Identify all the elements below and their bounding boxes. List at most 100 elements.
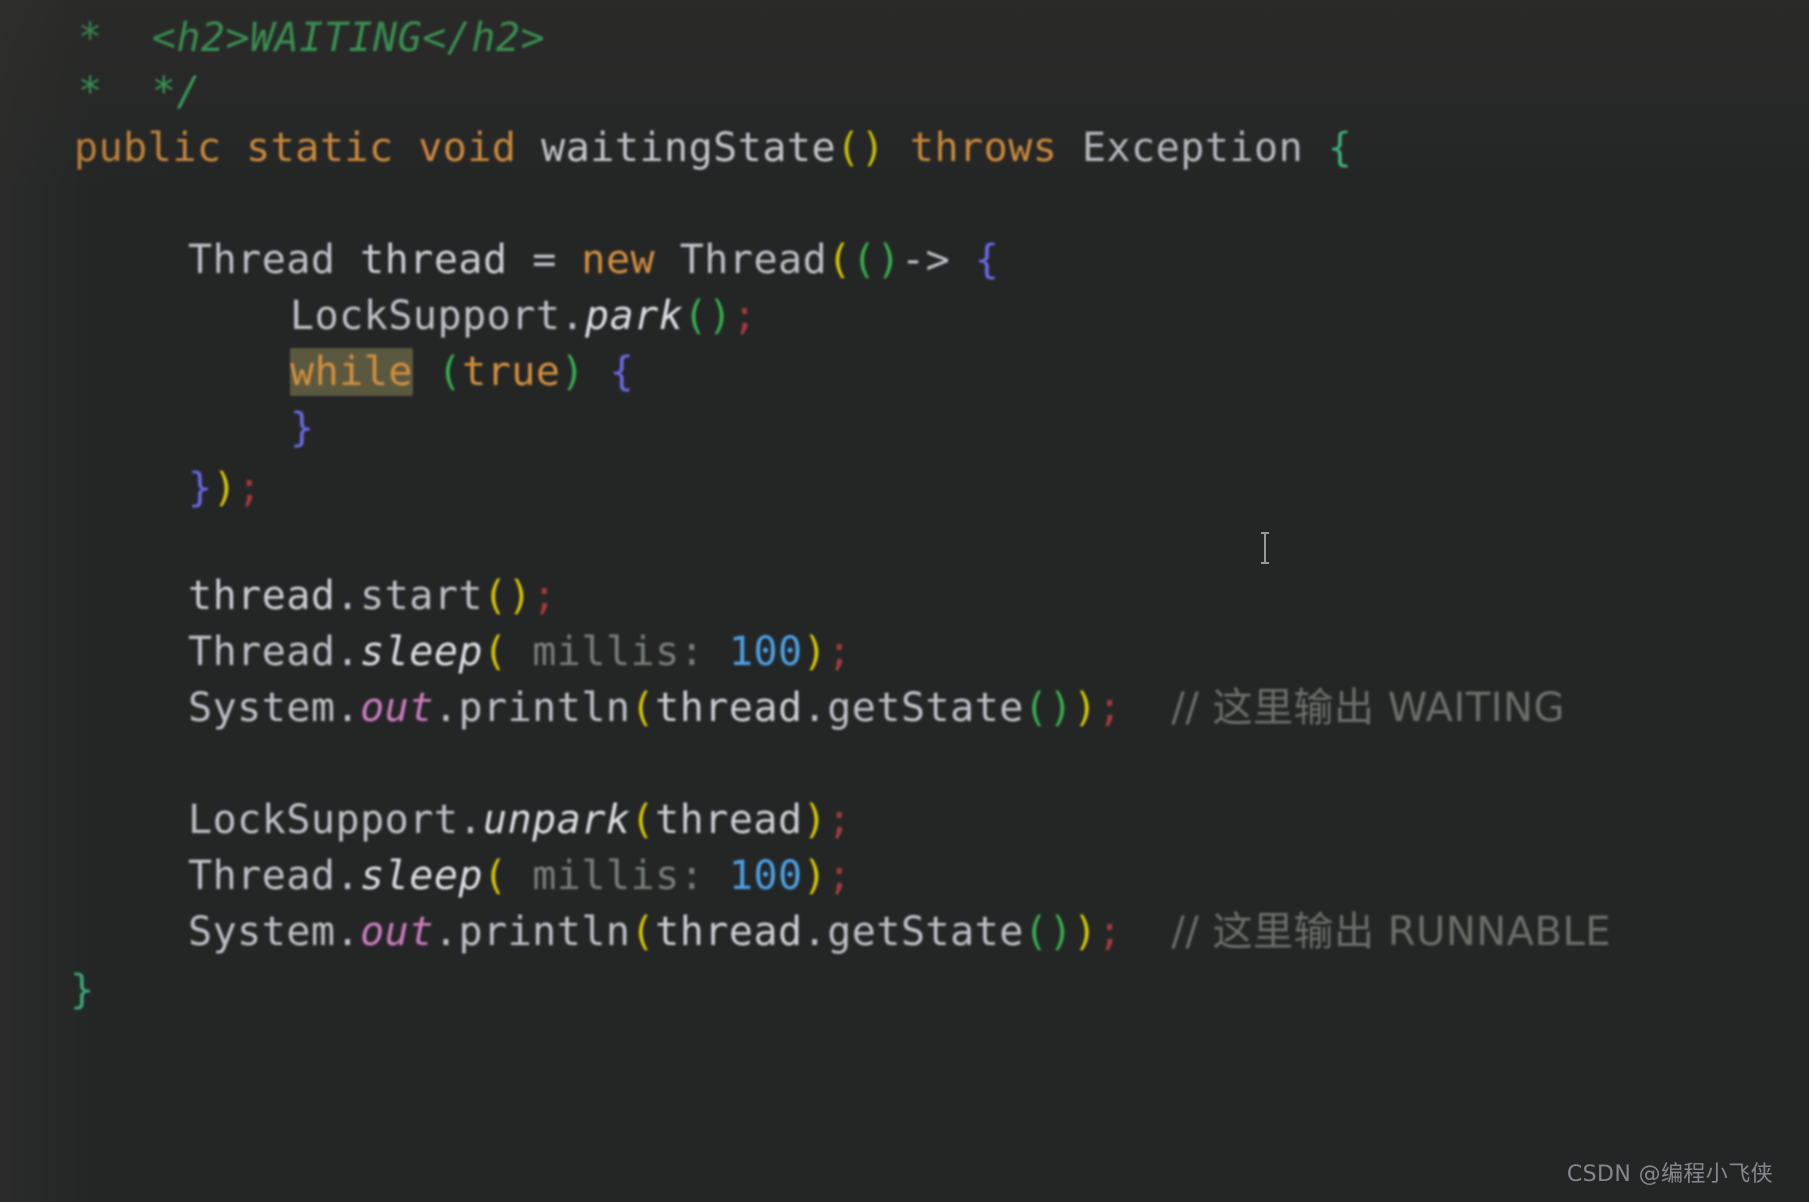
code-line-while-true[interactable]: while (true) { bbox=[0, 344, 634, 400]
paren-close-yellow: ) bbox=[802, 629, 828, 675]
paren-open-yellow: ( bbox=[630, 909, 656, 955]
dot-operator: . bbox=[802, 909, 828, 955]
method-name-waitingstate: waitingState bbox=[541, 125, 837, 171]
code-line-thread-start[interactable]: thread.start(); bbox=[0, 568, 557, 624]
javadoc-star: * bbox=[78, 15, 103, 61]
comment-waiting: // 这里输出 WAITING bbox=[1171, 685, 1565, 731]
method-start: start bbox=[360, 573, 484, 619]
type-exception: Exception bbox=[1081, 125, 1304, 171]
paren-close-yellow: ) bbox=[212, 465, 238, 511]
code-line-lambda-close[interactable]: }); bbox=[0, 460, 262, 516]
class-locksupport: LockSupport bbox=[188, 797, 459, 843]
dot-operator: . bbox=[335, 629, 361, 675]
keyword-static: static bbox=[246, 125, 394, 171]
paren-open-yellow: ( bbox=[483, 629, 508, 675]
semicolon: ; bbox=[1097, 685, 1123, 731]
javadoc-waiting-text: WAITING bbox=[250, 15, 423, 61]
code-line-method-close[interactable]: } bbox=[0, 962, 95, 1018]
param-hint-millis: millis: bbox=[532, 629, 705, 675]
number-100: 100 bbox=[728, 629, 803, 675]
code-area[interactable]: * <h2>WAITING</h2> * */ public static vo… bbox=[0, 0, 1809, 1202]
field-out: out bbox=[360, 909, 434, 955]
paren-close-yellow: ) bbox=[802, 853, 828, 899]
semicolon: ; bbox=[532, 573, 557, 619]
code-line-println-runnable[interactable]: System.out.println(thread.getState()); /… bbox=[0, 904, 1611, 960]
code-line-locksupport-unpark[interactable]: LockSupport.unpark(thread); bbox=[0, 792, 852, 848]
param-hint-millis: millis: bbox=[532, 853, 705, 899]
dot-operator: . bbox=[335, 909, 361, 955]
keyword-while-highlighted[interactable]: while bbox=[290, 348, 413, 396]
code-line-thread-sleep-2[interactable]: Thread.sleep( millis: 100); bbox=[0, 848, 852, 904]
keyword-true: true bbox=[462, 349, 561, 395]
paren-pair-green: () bbox=[683, 293, 733, 339]
brace-close-green: } bbox=[70, 967, 95, 1013]
javadoc-star: * bbox=[78, 69, 103, 115]
brace-open-blue: { bbox=[974, 237, 1000, 283]
paren-close-green: ) bbox=[560, 349, 586, 395]
code-line-println-waiting[interactable]: System.out.println(thread.getState()); /… bbox=[0, 680, 1565, 736]
code-line-javadoc-end[interactable]: * */ bbox=[0, 64, 201, 120]
semicolon: ; bbox=[732, 293, 758, 339]
variable-thread: thread bbox=[360, 237, 508, 283]
code-editor-screenshot: * <h2>WAITING</h2> * */ public static vo… bbox=[0, 0, 1809, 1202]
variable-thread: thread bbox=[655, 797, 803, 843]
semicolon: ; bbox=[1097, 909, 1123, 955]
semicolon: ; bbox=[827, 853, 852, 899]
method-sleep: sleep bbox=[360, 629, 484, 675]
variable-thread: thread bbox=[655, 685, 803, 731]
method-println: println bbox=[458, 685, 631, 731]
keyword-throws: throws bbox=[909, 125, 1058, 171]
paren-pair-yellow: () bbox=[483, 573, 533, 619]
semicolon: ; bbox=[827, 629, 852, 675]
comment-runnable: // 这里输出 RUNNABLE bbox=[1171, 909, 1612, 955]
paren-close-yellow: ) bbox=[802, 797, 828, 843]
dot-operator: . bbox=[560, 293, 585, 339]
dot-operator: . bbox=[335, 853, 361, 899]
keyword-new: new bbox=[581, 237, 656, 283]
method-println: println bbox=[458, 909, 631, 955]
dot-operator: . bbox=[335, 685, 361, 731]
method-park: park bbox=[585, 293, 684, 339]
operator-assign: = bbox=[532, 237, 557, 283]
method-unpark: unpark bbox=[483, 797, 631, 843]
method-sleep: sleep bbox=[360, 853, 484, 899]
lambda-arrow: -> bbox=[900, 237, 951, 283]
brace-close-blue: } bbox=[188, 465, 213, 511]
variable-thread: thread bbox=[655, 909, 803, 955]
class-thread: Thread bbox=[188, 629, 336, 675]
paren-open-yellow: ( bbox=[630, 797, 656, 843]
csdn-watermark: CSDN @编程小飞侠 bbox=[1566, 1162, 1773, 1187]
class-system: System bbox=[188, 909, 336, 955]
number-100: 100 bbox=[728, 853, 803, 899]
code-line-locksupport-park[interactable]: LockSupport.park(); bbox=[0, 288, 757, 344]
brace-close-blue: } bbox=[290, 405, 315, 451]
code-line-thread-sleep-1[interactable]: Thread.sleep( millis: 100); bbox=[0, 624, 852, 680]
paren-open-yellow: ( bbox=[630, 685, 656, 731]
keyword-public: public bbox=[74, 125, 222, 171]
method-getstate: getState bbox=[827, 685, 1024, 731]
paren-pair-green: () bbox=[1023, 685, 1074, 731]
code-line-javadoc-h2[interactable]: * <h2>WAITING</h2> bbox=[0, 10, 545, 66]
paren-close-yellow: ) bbox=[1073, 685, 1098, 731]
paren-pair-yellow: () bbox=[836, 125, 886, 171]
variable-thread: thread bbox=[188, 573, 336, 619]
method-getstate: getState bbox=[827, 909, 1024, 955]
field-out: out bbox=[360, 685, 434, 731]
dot-operator: . bbox=[458, 797, 483, 843]
paren-open-green: ( bbox=[437, 349, 463, 395]
dot-operator: . bbox=[433, 909, 459, 955]
type-thread: Thread bbox=[188, 237, 336, 283]
paren-open-yellow: ( bbox=[483, 853, 508, 899]
dot-operator: . bbox=[433, 685, 459, 731]
brace-open-blue: { bbox=[609, 349, 635, 395]
semicolon: ; bbox=[237, 465, 262, 511]
class-system: System bbox=[188, 685, 336, 731]
brace-open-green: { bbox=[1327, 125, 1353, 171]
paren-close-yellow: ) bbox=[1073, 909, 1098, 955]
code-line-while-close[interactable]: } bbox=[0, 400, 315, 456]
constructor-thread: Thread bbox=[679, 237, 828, 283]
code-line-method-signature[interactable]: public static void waitingState() throws… bbox=[0, 120, 1352, 176]
code-line-thread-declaration[interactable]: Thread thread = new Thread(()-> { bbox=[0, 232, 999, 288]
keyword-void: void bbox=[418, 125, 517, 171]
paren-pair-green: () bbox=[1023, 909, 1074, 955]
